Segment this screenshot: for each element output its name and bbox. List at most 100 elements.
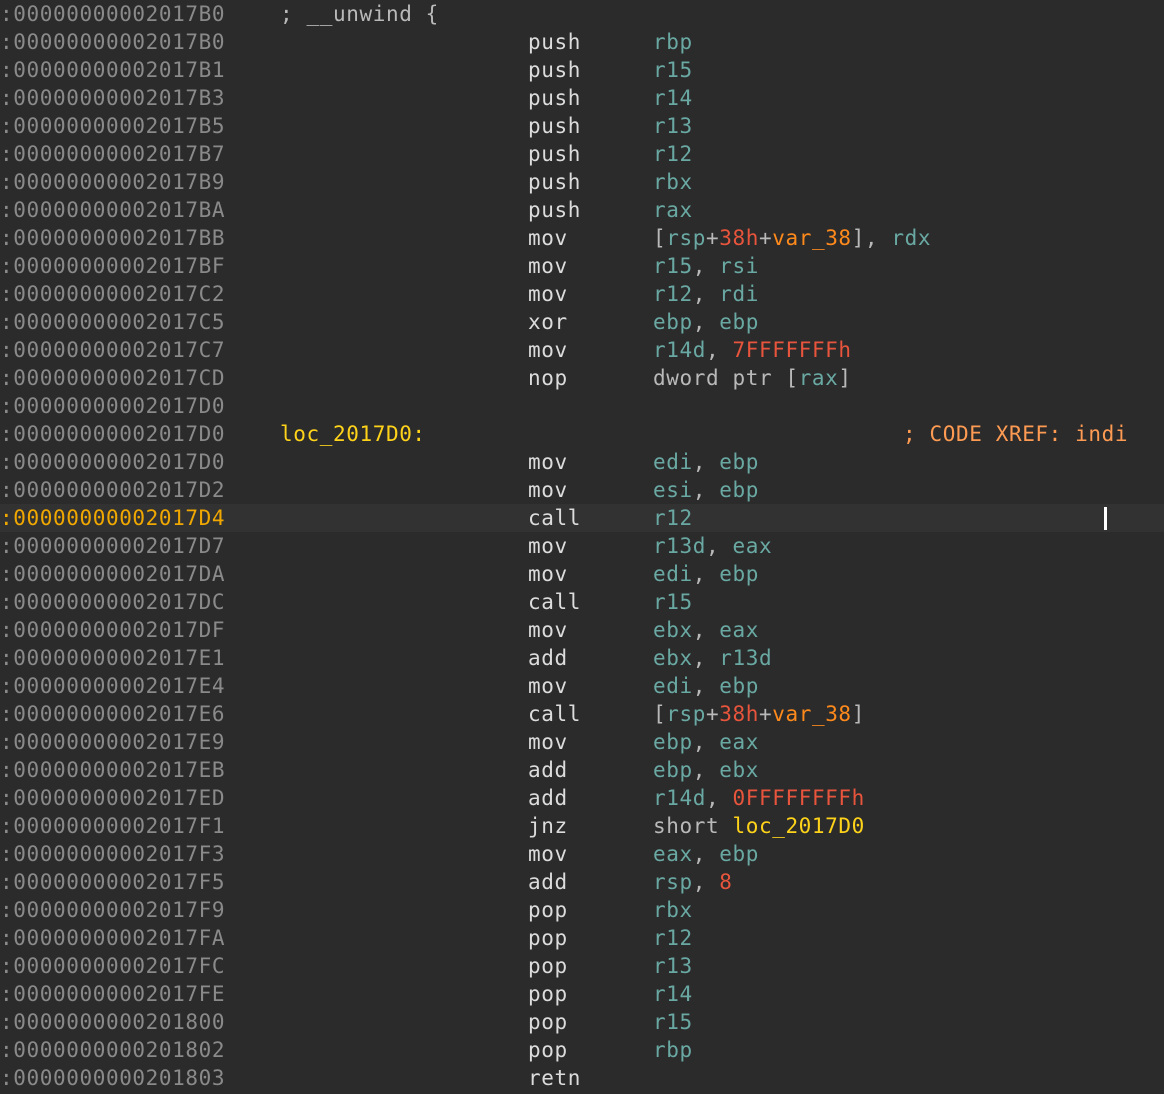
mnemonic[interactable]: add [528,756,568,784]
register-operand[interactable]: rbp [653,1038,693,1062]
register-operand[interactable]: r14 [653,86,693,110]
operands[interactable]: rsp, 8 [653,868,732,896]
register-operand[interactable]: eax [732,534,772,558]
register-operand[interactable]: ebx [653,646,693,670]
operands[interactable]: r13 [653,952,693,980]
immediate-operand[interactable]: 8 [719,870,732,894]
mnemonic[interactable]: pop [528,896,568,924]
register-operand[interactable]: rsp [666,226,706,250]
register-operand[interactable]: rsp [666,702,706,726]
mnemonic[interactable]: push [528,168,581,196]
register-operand[interactable]: r13d [653,534,706,558]
operands[interactable]: r13d, eax [653,532,772,560]
register-operand[interactable]: rbp [653,30,693,54]
instruction-line[interactable]: :00000000002017DC call r15 [0,588,1164,616]
mnemonic[interactable]: nop [528,364,568,392]
mnemonic[interactable]: mov [528,532,568,560]
instruction-line[interactable]: :00000000002017F3 mov eax, ebp [0,840,1164,868]
register-operand[interactable]: r14d [653,786,706,810]
operands[interactable]: [rsp+38h+var_38] [653,700,865,728]
register-operand[interactable]: edi [653,674,693,698]
operands[interactable]: ebp, ebp [653,308,759,336]
operands[interactable]: ebx, r13d [653,644,772,672]
operands[interactable]: r15 [653,1008,693,1036]
mnemonic[interactable]: mov [528,728,568,756]
unwind-header-line[interactable]: :00000000002017B0 ; __unwind { [0,0,1164,28]
stack-variable[interactable]: var_38 [772,226,851,250]
operands[interactable]: [rsp+38h+var_38], rdx [653,224,931,252]
register-operand[interactable]: r12 [653,282,693,306]
mnemonic[interactable]: push [528,196,581,224]
mnemonic[interactable]: mov [528,252,568,280]
register-operand[interactable]: ebp [719,674,759,698]
mnemonic[interactable]: mov [528,224,568,252]
operands[interactable]: ebx, eax [653,616,759,644]
mnemonic[interactable]: retn [528,1064,581,1092]
mnemonic[interactable]: mov [528,560,568,588]
register-operand[interactable]: rbx [653,170,693,194]
instruction-line[interactable]: :00000000002017E9 mov ebp, eax [0,728,1164,756]
operands[interactable]: ebp, ebx [653,756,759,784]
register-operand[interactable]: ebp [653,758,693,782]
operands[interactable]: short loc_2017D0 [653,812,865,840]
mnemonic[interactable]: push [528,112,581,140]
instruction-line[interactable]: :00000000002017E1 add ebx, r13d [0,644,1164,672]
instruction-line[interactable]: :00000000002017B3 push r14 [0,84,1164,112]
operands[interactable]: r15, rsi [653,252,759,280]
register-operand[interactable]: r15 [653,590,693,614]
register-operand[interactable]: r13 [653,114,693,138]
mnemonic[interactable]: mov [528,280,568,308]
instruction-line[interactable]: :00000000002017BA push rax [0,196,1164,224]
mnemonic[interactable]: mov [528,336,568,364]
operands[interactable]: edi, ebp [653,448,759,476]
register-operand[interactable]: r15 [653,58,693,82]
instruction-line[interactable]: :0000000000201800 pop r15 [0,1008,1164,1036]
register-operand[interactable]: rbx [653,898,693,922]
instruction-line[interactable]: :00000000002017B9 push rbx [0,168,1164,196]
register-operand[interactable]: r15 [653,1010,693,1034]
mnemonic[interactable]: pop [528,980,568,1008]
mnemonic[interactable]: mov [528,672,568,700]
instruction-line[interactable]: :0000000000201803 retn [0,1064,1164,1092]
register-operand[interactable]: ebp [719,478,759,502]
mnemonic[interactable]: add [528,784,568,812]
register-operand[interactable]: r14d [653,338,706,362]
operands[interactable]: r14 [653,84,693,112]
instruction-line[interactable]: :00000000002017C7 mov r14d, 7FFFFFFFh [0,336,1164,364]
operands[interactable]: r14 [653,980,693,1008]
instruction-line[interactable]: :00000000002017E6 call [rsp+38h+var_38] [0,700,1164,728]
instruction-line[interactable]: :00000000002017FC pop r13 [0,952,1164,980]
mnemonic[interactable]: pop [528,1008,568,1036]
operands[interactable]: rbp [653,28,693,56]
mnemonic[interactable]: mov [528,448,568,476]
label-reference[interactable]: loc_2017D0 [732,814,864,838]
operands[interactable]: dword ptr [rax] [653,364,852,392]
instruction-line[interactable]: :00000000002017DF mov ebx, eax [0,616,1164,644]
operands[interactable]: rax [653,196,693,224]
mnemonic[interactable]: push [528,56,581,84]
mnemonic[interactable]: pop [528,1036,568,1064]
register-operand[interactable]: esi [653,478,693,502]
operands[interactable]: r14d, 0FFFFFFFFh [653,784,865,812]
register-operand[interactable]: r12 [653,926,693,950]
operands[interactable]: rbp [653,1036,693,1064]
mnemonic[interactable]: xor [528,308,568,336]
mnemonic[interactable]: call [528,504,581,532]
instruction-line[interactable]: :00000000002017C5 xor ebp, ebp [0,308,1164,336]
operands[interactable]: r15 [653,588,693,616]
mnemonic[interactable]: mov [528,476,568,504]
operands[interactable]: r13 [653,112,693,140]
instruction-line[interactable]: :00000000002017E4 mov edi, ebp [0,672,1164,700]
instruction-line[interactable]: :00000000002017D4 call r12 [0,504,1164,532]
register-operand[interactable]: edi [653,450,693,474]
operands[interactable]: rbx [653,168,693,196]
instruction-line[interactable]: :00000000002017B5 push r13 [0,112,1164,140]
instruction-line[interactable]: :00000000002017BF mov r15, rsi [0,252,1164,280]
instruction-line[interactable]: :00000000002017F5 add rsp, 8 [0,868,1164,896]
stack-variable[interactable]: var_38 [772,702,851,726]
register-operand[interactable]: ebp [719,842,759,866]
instruction-line[interactable]: :00000000002017D2 mov esi, ebp [0,476,1164,504]
register-operand[interactable]: r13d [719,646,772,670]
operands[interactable]: esi, ebp [653,476,759,504]
instruction-line[interactable]: :00000000002017FE pop r14 [0,980,1164,1008]
